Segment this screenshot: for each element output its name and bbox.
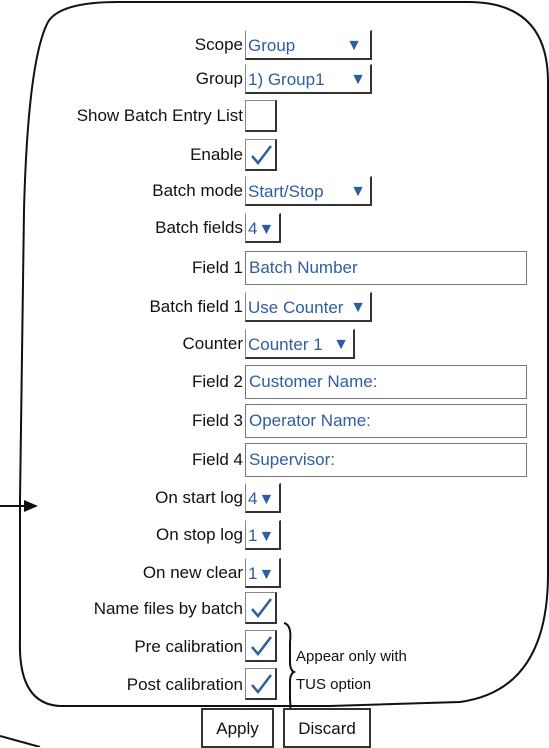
on-new-clear-dropdown[interactable]: 1▼ [245, 558, 281, 588]
tus-note-line1: Appear only with [296, 648, 407, 665]
apply-button[interactable]: Apply [201, 708, 274, 748]
field3-input[interactable]: Operator Name: [245, 404, 527, 438]
show-batch-entry-list-checkbox[interactable] [245, 100, 277, 132]
group-value: 1) Group1 [248, 70, 325, 89]
chevron-down-icon: ▼ [258, 491, 275, 508]
field3-label: Field 3 [191, 411, 243, 430]
on-stop-log-label: On stop log [156, 525, 243, 544]
on-start-log-dropdown[interactable]: 4▼ [245, 483, 281, 513]
field2-label: Field 2 [191, 372, 243, 391]
field1-label: Field 1 [191, 258, 243, 277]
pre-calibration-checkbox[interactable] [245, 630, 277, 662]
group-label: Group [195, 69, 243, 88]
on-new-clear-label: On new clear [142, 563, 243, 582]
batch-config-screen: Scope Group ▼ Group 1) Group1 ▼ Show Bat… [0, 0, 549, 748]
on-start-log-value: 4 [248, 489, 258, 508]
checkmark-icon [251, 636, 272, 656]
enable-label: Enable [190, 145, 243, 164]
checkmark-icon [251, 145, 272, 165]
name-files-by-batch-checkbox[interactable] [245, 592, 277, 624]
discard-button[interactable]: Discard [283, 708, 371, 748]
scope-value: Group [248, 36, 296, 55]
field4-label: Field 4 [191, 450, 243, 469]
group-dropdown[interactable]: 1) Group1 ▼ [245, 64, 372, 94]
batch-fields-dropdown[interactable]: 4▼ [245, 213, 281, 243]
show-batch-entry-list-label: Show Batch Entry List [76, 106, 243, 125]
chevron-down-icon: ▼ [258, 566, 275, 583]
scope-dropdown[interactable]: Group ▼ [245, 30, 372, 60]
chevron-down-icon: ▼ [346, 37, 362, 54]
post-calibration-checkbox[interactable] [245, 668, 277, 700]
field2-input[interactable]: Customer Name: [245, 365, 527, 399]
batch-fields-value: 4 [248, 219, 258, 238]
on-start-log-label: On start log [155, 488, 243, 507]
batch-field1-value: Use Counter [248, 298, 344, 317]
batch-field1-label: Batch field 1 [149, 297, 243, 316]
counter-value: Counter 1 [248, 335, 323, 354]
batch-field1-dropdown[interactable]: Use Counter ▼ [245, 292, 372, 322]
tus-note-line2: TUS option [296, 676, 372, 693]
post-calibration-label: Post calibration [126, 675, 243, 694]
chevron-down-icon: ▼ [350, 71, 366, 88]
chevron-down-icon: ▼ [258, 221, 275, 238]
counter-dropdown[interactable]: Counter 1 ▼ [245, 329, 355, 359]
on-new-clear-value: 1 [248, 564, 258, 583]
checkmark-icon [251, 598, 272, 618]
field1-input[interactable]: Batch Number [245, 251, 527, 285]
batch-mode-dropdown[interactable]: Start/Stop ▼ [245, 176, 372, 206]
on-stop-log-value: 1 [248, 526, 258, 545]
batch-fields-label: Batch fields [155, 218, 243, 237]
pre-calibration-label: Pre calibration [134, 637, 243, 656]
batch-mode-value: Start/Stop [248, 182, 324, 201]
checkmark-icon [251, 674, 272, 694]
scope-label: Scope [194, 35, 243, 54]
chevron-down-icon: ▼ [350, 183, 366, 200]
on-stop-log-dropdown[interactable]: 1▼ [245, 520, 281, 550]
chevron-down-icon: ▼ [333, 336, 349, 353]
field4-input[interactable]: Supervisor: [245, 443, 527, 477]
chevron-down-icon: ▼ [258, 528, 275, 545]
batch-mode-label: Batch mode [152, 181, 243, 200]
chevron-down-icon: ▼ [350, 299, 366, 316]
name-files-by-batch-label: Name files by batch [93, 599, 243, 618]
counter-label: Counter [182, 334, 243, 353]
enable-checkbox[interactable] [245, 139, 277, 171]
